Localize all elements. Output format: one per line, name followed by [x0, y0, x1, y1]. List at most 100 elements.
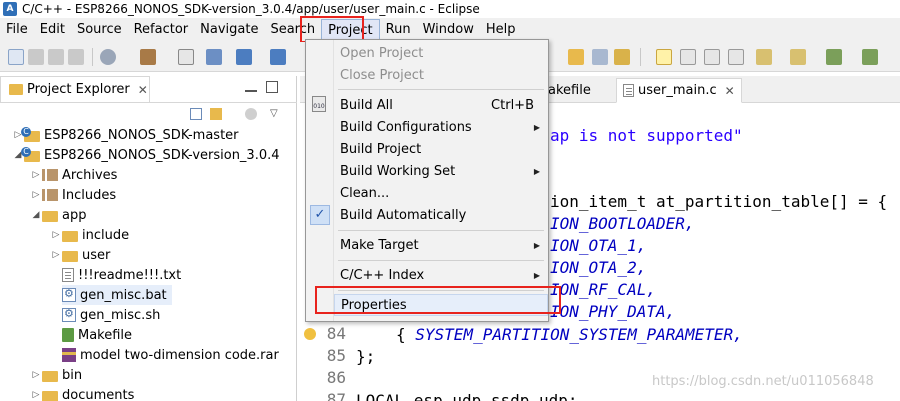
tree-item[interactable]: ▷ documents — [30, 385, 134, 401]
tab-label: user_main.c — [638, 83, 717, 98]
menu-item-cpp-index[interactable]: C/C++ Index ▶ — [334, 264, 548, 286]
tab-label: akefile — [548, 83, 591, 98]
project-explorer-icon — [9, 84, 23, 95]
show-whitespace-icon[interactable] — [704, 49, 720, 65]
collapse-all-icon[interactable] — [190, 108, 202, 120]
code-line: ION_PHY_DATA, — [550, 302, 676, 321]
build-binary-icon[interactable] — [178, 49, 194, 65]
save-all-icon[interactable] — [48, 49, 64, 65]
tree-item-label: app — [62, 207, 87, 223]
tree-item[interactable]: ▷ bin — [30, 365, 83, 385]
print-icon[interactable] — [68, 49, 84, 65]
menu-source[interactable]: Source — [71, 19, 128, 41]
menu-item-close-project[interactable]: Close Project — [334, 64, 548, 86]
menu-item-build-project[interactable]: Build Project — [334, 138, 548, 160]
expand-arrow-icon[interactable]: ▷ — [30, 370, 42, 380]
menu-item-open-project[interactable]: Open Project — [334, 42, 548, 64]
prev-annotation-icon[interactable] — [790, 49, 806, 65]
tree-item-label: gen_misc.sh — [80, 307, 161, 323]
expand-arrow-icon[interactable]: ▷ — [30, 390, 42, 400]
expand-arrow-icon[interactable]: ▷ — [30, 190, 42, 200]
tree-item[interactable]: gen_misc.sh — [62, 305, 160, 325]
makefile-icon — [62, 328, 74, 342]
tree-item[interactable]: ▷ ESP8266_NONOS_SDK-master — [12, 125, 239, 145]
collapse-arrow-icon[interactable]: ◢ — [30, 210, 42, 220]
open-type-icon[interactable] — [568, 49, 584, 65]
menu-item-label: Open Project — [340, 45, 424, 61]
view-menu-icon[interactable]: ▽ — [270, 108, 282, 120]
tree-item-selected[interactable]: gen_misc.bat — [62, 285, 172, 305]
tree-item[interactable]: model two-dimension code.rar — [62, 345, 279, 365]
forward-icon[interactable] — [862, 49, 878, 65]
minimize-icon[interactable] — [245, 84, 257, 92]
menu-item-label: Make Target — [340, 237, 419, 253]
tree-item[interactable]: Makefile — [62, 325, 132, 345]
menu-item-build-automatically[interactable]: Build Automatically — [334, 204, 548, 226]
tree-item[interactable]: ▷ Includes — [30, 185, 117, 205]
tree-item[interactable]: ▷ Archives — [30, 165, 118, 185]
close-icon[interactable]: ✕ — [725, 84, 735, 98]
submenu-arrow-icon: ▶ — [533, 270, 540, 280]
menu-file[interactable]: File — [0, 19, 34, 41]
menu-run[interactable]: Run — [380, 19, 417, 41]
maximize-icon[interactable] — [266, 81, 278, 93]
mark-occurrences-icon[interactable] — [656, 49, 672, 65]
expand-arrow-icon[interactable]: ▷ — [50, 230, 62, 240]
back-icon[interactable] — [826, 49, 842, 65]
tree-item[interactable]: ◢ app — [30, 205, 87, 225]
menu-separator — [338, 260, 544, 261]
project-dropdown-menu: Open Project Close Project 010 Build All… — [305, 39, 549, 322]
window-title: C/C++ - ESP8266_NONOS_SDK-version_3.0.4/… — [22, 2, 480, 16]
new-c-class-icon[interactable] — [236, 49, 252, 65]
tree-item[interactable]: ▷ user — [50, 245, 111, 265]
new-icon[interactable] — [8, 49, 24, 65]
link-with-editor-icon[interactable] — [210, 108, 222, 120]
script-file-icon — [62, 307, 76, 322]
filter-icon[interactable] — [245, 108, 257, 120]
menu-help[interactable]: Help — [480, 19, 522, 41]
menu-edit[interactable]: Edit — [34, 19, 71, 41]
toggle-block-icon[interactable] — [680, 49, 696, 65]
warning-marker-icon[interactable] — [304, 328, 316, 340]
tree-item-label: Includes — [62, 187, 117, 203]
menu-item-build-configurations[interactable]: Build Configurations ▶ — [334, 116, 548, 138]
c-file-icon — [623, 84, 634, 97]
next-annotation-icon[interactable] — [756, 49, 772, 65]
menu-item-build-all[interactable]: Build All Ctrl+B — [334, 94, 548, 116]
menu-separator — [338, 89, 544, 90]
tab-makefile[interactable]: akefile — [542, 78, 597, 103]
code-line: ION_OTA_2, — [550, 258, 647, 277]
menu-item-label: Build Project — [340, 141, 422, 157]
menu-item-clean[interactable]: Clean... — [334, 182, 548, 204]
gear-icon[interactable] — [100, 49, 116, 65]
tab-user-main-c[interactable]: user_main.c ✕ — [616, 78, 742, 103]
line-number: 84 — [326, 324, 346, 343]
tree-item[interactable]: !!!readme!!!.txt — [62, 265, 181, 285]
brush-icon[interactable] — [614, 49, 630, 65]
tree-item[interactable]: ▷ include — [50, 225, 130, 245]
menu-icon-column — [306, 40, 334, 321]
menu-item-label: Build Automatically — [340, 207, 467, 223]
line-number: 87 — [326, 390, 346, 401]
watermark-text: https://blog.csdn.net/u011056848 — [652, 374, 874, 389]
hammer-icon[interactable] — [140, 49, 156, 65]
menu-item-build-working-set[interactable]: Build Working Set ▶ — [334, 160, 548, 182]
menu-window[interactable]: Window — [417, 19, 480, 41]
open-element-icon[interactable] — [206, 49, 222, 65]
search-icon[interactable] — [592, 49, 608, 65]
source-folder-icon — [62, 250, 78, 262]
menu-navigate[interactable]: Navigate — [194, 19, 264, 41]
new-folder-icon[interactable] — [270, 49, 286, 65]
tree-item[interactable]: ◢ ESP8266_NONOS_SDK-version_3.0.4 — [12, 145, 280, 165]
paragraph-icon[interactable] — [728, 49, 744, 65]
expand-arrow-icon[interactable]: ▷ — [50, 250, 62, 260]
close-icon[interactable]: ✕ — [138, 83, 148, 97]
expand-arrow-icon[interactable]: ▷ — [30, 170, 42, 180]
menu-item-label: Close Project — [340, 67, 425, 83]
menu-item-make-target[interactable]: Make Target ▶ — [334, 234, 548, 256]
menu-refactor[interactable]: Refactor — [128, 19, 195, 41]
project-explorer-tab[interactable]: Project Explorer ✕ — [0, 76, 150, 102]
code-line: ION_OTA_1, — [550, 236, 647, 255]
menu-item-shortcut: Ctrl+B — [491, 97, 534, 113]
save-icon[interactable] — [28, 49, 44, 65]
